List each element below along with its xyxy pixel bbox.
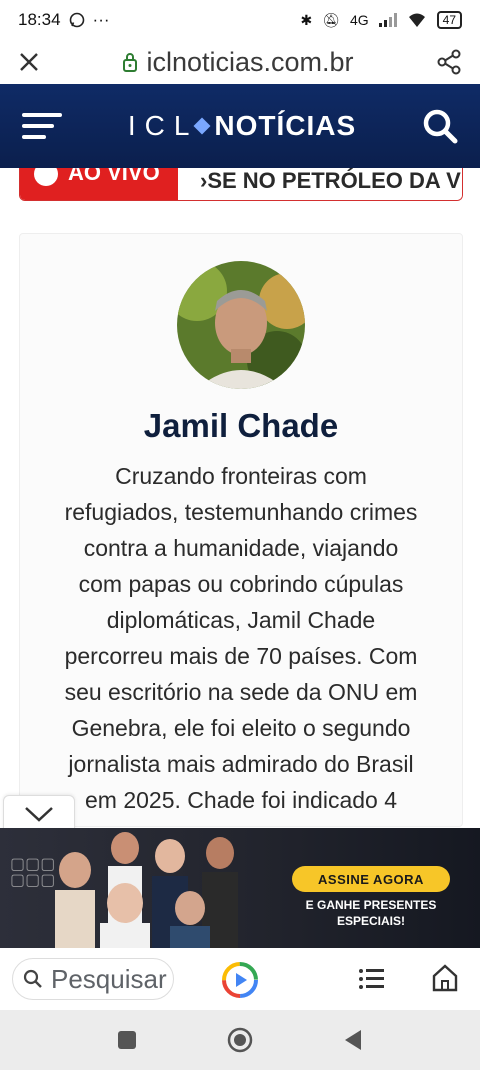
system-nav-bar <box>0 1010 480 1070</box>
site-header: ICL NOTÍCIAS <box>0 84 480 168</box>
ticker-headline: ›SE NO PETRÓLEO DA V <box>200 168 461 193</box>
url-field[interactable]: iclnoticias.com.br <box>122 46 354 78</box>
ad-banner[interactable]: ▢▢▢ ▢▢▢ ASSINE AGORA E GANHE PRESENTES ES… <box>0 828 480 948</box>
live-dot-icon <box>34 168 58 186</box>
whatsapp-icon <box>69 12 84 28</box>
status-time: 18:34 <box>18 10 61 29</box>
site-logo[interactable]: ICL NOTÍCIAS <box>128 110 356 142</box>
live-badge: AO VIVO <box>20 168 178 200</box>
subscribe-button[interactable]: ASSINE AGORA <box>292 866 450 892</box>
live-ticker[interactable]: AO VIVO ›SE NO PETRÓLEO DA V <box>19 168 463 201</box>
logo-icl: ICL <box>127 110 199 141</box>
signal-icon <box>378 13 397 27</box>
live-label: AO VIVO <box>68 168 160 185</box>
search-field[interactable]: Pesquisar <box>12 958 174 1000</box>
lock-icon <box>123 53 138 72</box>
search-placeholder: Pesquisar <box>51 963 167 994</box>
browser-url-bar: iclnoticias.com.br <box>0 40 480 84</box>
ad-people-image <box>55 832 238 948</box>
chevron-down-icon <box>25 807 53 822</box>
home-icon[interactable] <box>432 964 458 992</box>
author-avatar <box>177 261 305 389</box>
author-bio: Cruzando fronteiras com refugiados, test… <box>64 463 418 813</box>
search-icon[interactable] <box>422 108 458 144</box>
recents-icon[interactable] <box>117 1030 137 1050</box>
more-notifications-icon: ··· <box>92 10 110 29</box>
logo-noticias: NOTÍCIAS <box>214 110 357 141</box>
browser-bottom-toolbar: Pesquisar <box>0 948 480 1010</box>
ad-subtitle: E GANHE PRESENTES ESPECIAIS! <box>305 898 437 928</box>
home-nav-icon[interactable] <box>227 1027 253 1053</box>
ticker-headline-container: ›SE NO PETRÓLEO DA V <box>178 168 462 200</box>
battery-indicator: 47 <box>436 11 462 29</box>
back-icon[interactable] <box>343 1029 363 1051</box>
mute-icon: 🔕︎ <box>322 11 340 28</box>
search-small-icon <box>23 969 42 988</box>
author-name: Jamil Chade <box>143 407 339 444</box>
share-icon[interactable] <box>436 49 462 75</box>
network-type: 4G <box>349 12 369 28</box>
menu-icon[interactable] <box>22 113 62 139</box>
url-domain: iclnoticias.com.br <box>146 46 354 77</box>
status-bar: 18:34 ··· ✱ 🔕︎ 4G 47 <box>0 0 480 40</box>
author-card: Jamil Chade Cruzando fronteiras com refu… <box>19 233 463 827</box>
wifi-icon <box>408 13 425 27</box>
bluetooth-icon: ✱ <box>300 11 313 28</box>
google-lens-icon[interactable] <box>220 960 260 1000</box>
list-icon[interactable] <box>358 966 386 992</box>
close-icon[interactable] <box>18 51 40 73</box>
